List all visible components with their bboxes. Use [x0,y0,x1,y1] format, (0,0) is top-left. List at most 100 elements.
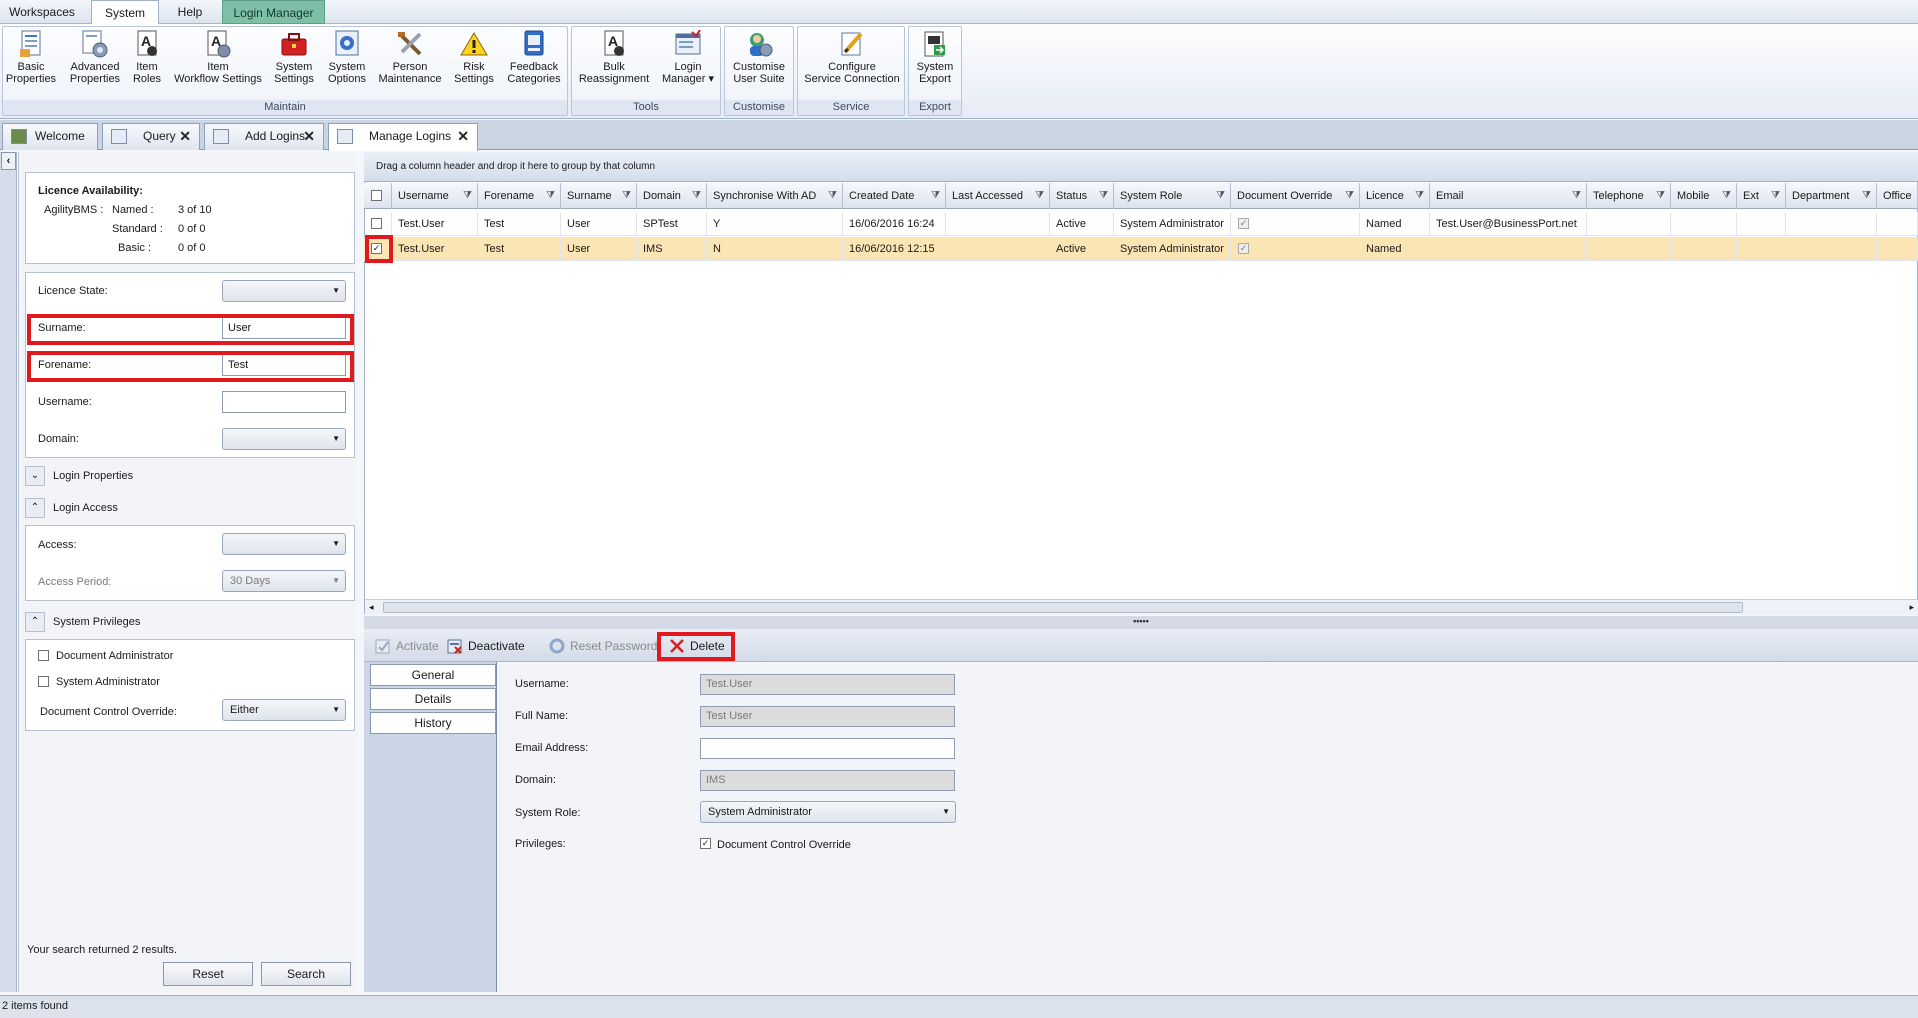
reset-password-button[interactable]: Reset Password [546,634,658,658]
filter-icon[interactable]: ⧩ [1345,183,1354,209]
reset-button[interactable]: Reset [163,962,253,986]
column-header-status[interactable]: Status ⧩ [1050,183,1114,209]
column-header-ext[interactable]: Ext ⧩ [1737,183,1786,209]
close-icon[interactable]: ✕ [179,124,191,149]
filter-icon[interactable]: ⧩ [1099,183,1108,209]
configure-service-connection-button[interactable]: Configure Service Connection [801,26,903,92]
detail-domain-field[interactable]: IMS [700,770,955,791]
detail-role-select[interactable]: System Administrator ▼ [700,801,956,823]
customise-user-suite-button[interactable]: Customise User Suite [728,26,790,92]
filter-icon[interactable]: ⧩ [622,183,631,209]
menu-tab-help[interactable]: Help [162,0,218,24]
column-header-domain[interactable]: Domain ⧩ [637,183,707,209]
item-roles-button[interactable]: A Item Roles [128,26,166,92]
filter-icon[interactable]: ⧩ [1771,183,1780,209]
tab-query[interactable]: Query ✕ [102,123,200,150]
system-export-button[interactable]: System Export [910,26,960,92]
group-by-area[interactable]: Drag a column header and drop it here to… [364,152,1918,182]
filter-icon[interactable]: ⧩ [828,183,837,209]
chevron-up-icon[interactable]: ⌃ [25,612,45,632]
column-header-surname[interactable]: Surname ⧩ [561,183,637,209]
filter-icon[interactable]: ⧩ [1415,183,1424,209]
nav-details[interactable]: Details [370,688,496,710]
panel-collapse-strip[interactable]: ‹ [0,152,17,992]
item-workflow-settings-button[interactable]: A Item Workflow Settings [170,26,266,92]
filter-icon[interactable]: ⧩ [1656,183,1665,209]
chevron-left-icon[interactable]: ‹ [1,152,16,170]
doc-control-override-checkbox[interactable]: ✓ [700,838,711,849]
filter-icon[interactable]: ⧩ [463,183,472,209]
filter-icon[interactable]: ⧩ [1862,183,1871,209]
tab-add-logins[interactable]: Add Logins ✕ [204,123,324,150]
menu-tab-login-manager[interactable]: Login Manager [222,0,325,24]
domain-select[interactable]: ▼ [222,428,346,450]
scroll-left-icon[interactable]: ◂ [369,602,374,613]
bulk-reassignment-button[interactable]: A Bulk Reassignment [576,26,652,92]
filter-icon[interactable]: ⧩ [1035,183,1044,209]
nav-general[interactable]: General [370,664,496,686]
close-icon[interactable]: ✕ [457,124,469,149]
column-header-forename[interactable]: Forename ⧩ [478,183,561,209]
advanced-properties-button[interactable]: Advanced Properties [64,26,126,92]
deactivate-button[interactable]: Deactivate [444,634,528,658]
menu-tab-workspaces[interactable]: Workspaces [0,0,84,24]
select-all-checkbox[interactable] [371,190,382,201]
column-header-last-accessed[interactable]: Last Accessed ⧩ [946,183,1050,209]
column-header-office[interactable]: Office [1877,183,1918,209]
scroll-thumb[interactable] [383,602,1743,613]
column-header-mobile[interactable]: Mobile ⧩ [1671,183,1737,209]
chevron-down-icon[interactable]: ⌄ [25,466,45,486]
column-header-system-role[interactable]: System Role ⧩ [1114,183,1231,209]
column-header-username[interactable]: Username ⧩ [392,183,478,209]
splitter[interactable]: ••••• [364,616,1918,629]
filter-icon[interactable]: ⧩ [1722,183,1731,209]
horizontal-scrollbar[interactable]: ◂ ▸ [365,599,1918,615]
section-login-access[interactable]: ⌃ Login Access [25,498,355,520]
section-login-properties[interactable]: ⌄ Login Properties [25,466,355,488]
filter-icon[interactable]: ⧩ [931,183,940,209]
column-header-email[interactable]: Email ⧩ [1430,183,1587,209]
table-row[interactable]: Test.User Test User SPTest Y 16/06/2016 … [364,212,1918,236]
chevron-up-icon[interactable]: ⌃ [25,498,45,518]
tab-manage-logins[interactable]: Manage Logins ✕ [328,123,478,151]
section-system-privileges[interactable]: ⌃ System Privileges [25,612,355,634]
column-header-licence[interactable]: Licence ⧩ [1360,183,1430,209]
sys-admin-checkbox[interactable] [38,676,49,687]
column-header-department[interactable]: Department ⧩ [1786,183,1877,209]
risk-settings-button[interactable]: Risk Settings [450,26,498,92]
column-header-document-override[interactable]: Document Override ⧩ [1231,183,1360,209]
access-period-select[interactable]: 30 Days ▼ [222,570,346,592]
detail-email-field[interactable] [700,738,955,759]
doc-admin-checkbox[interactable] [38,650,49,661]
cell-sync: Y [707,212,843,236]
search-button[interactable]: Search [261,962,351,986]
menu-tab-system[interactable]: System [91,0,159,25]
cell-email: Test.User@BusinessPort.net [1430,212,1587,236]
detail-username-field[interactable]: Test.User [700,674,955,695]
activate-button[interactable]: Activate [372,634,439,658]
person-maintenance-button[interactable]: Person Maintenance [376,26,444,92]
basic-properties-button[interactable]: Basic Properties [4,26,58,92]
filter-icon[interactable]: ⧩ [546,183,555,209]
filter-icon[interactable]: ⧩ [1216,183,1225,209]
close-icon[interactable]: ✕ [303,124,315,149]
scroll-right-icon[interactable]: ▸ [1909,602,1914,613]
column-header-sync-ad[interactable]: Synchronise With AD ⧩ [707,183,843,209]
nav-history[interactable]: History [370,712,496,734]
login-manager-button[interactable]: Login Manager ▾ [660,26,716,92]
override-select[interactable]: Either ▼ [222,699,346,721]
filter-icon[interactable]: ⧩ [692,183,701,209]
system-options-button[interactable]: System Options [324,26,370,92]
tab-welcome[interactable]: Welcome [2,123,98,150]
access-select[interactable]: ▼ [222,533,346,555]
table-row[interactable]: ✓ Test.User Test User IMS N 16/06/2016 1… [364,237,1918,261]
licence-state-select[interactable]: ▼ [222,280,346,302]
column-header-telephone[interactable]: Telephone ⧩ [1587,183,1671,209]
username-field[interactable] [222,391,346,413]
detail-fullname-field[interactable]: Test User [700,706,955,727]
feedback-categories-button[interactable]: Feedback Categories [504,26,564,92]
system-settings-button[interactable]: System Settings [270,26,318,92]
filter-icon[interactable]: ⧩ [1572,183,1581,209]
column-header-created-date[interactable]: Created Date ⧩ [843,183,946,209]
row-checkbox[interactable] [371,218,382,229]
